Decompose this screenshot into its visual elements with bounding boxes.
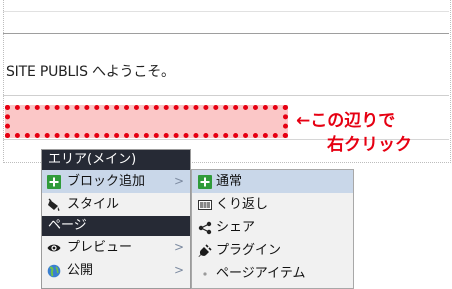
submenu-item-share[interactable]: シェア [192, 216, 353, 239]
menu-section-header-page: ページ [42, 216, 190, 236]
right-click-target-area[interactable] [5, 105, 288, 138]
menu-item-publish[interactable]: 公開 > [42, 259, 190, 282]
submenu-item-label: 通常 [216, 174, 243, 189]
menu-item-label: スタイル [67, 197, 120, 212]
repeat-box-icon [198, 197, 212, 211]
plug-icon [198, 243, 212, 257]
top-divider [3, 11, 449, 12]
submenu-item-label: シェア [216, 220, 256, 235]
submenu-arrow-icon: > [173, 263, 184, 277]
submenu-item-plugin[interactable]: プラグイン [192, 239, 353, 262]
submenu-item-label: くり返し [216, 197, 269, 212]
menu-item-label: 公開 [67, 263, 94, 278]
menu-item-label: ブロック追加 [67, 174, 146, 189]
green-plus-icon [47, 174, 61, 189]
paint-bucket-icon [47, 197, 61, 211]
callout-line-1: ←この辺りで [296, 111, 396, 131]
submenu-item-label: ページアイテム [216, 266, 306, 281]
submenu-item-normal[interactable]: 通常 [192, 170, 353, 193]
share-icon [198, 220, 212, 235]
submenu-item-label: プラグイン [216, 243, 282, 258]
add-block-submenu: 通常 くり返し シェア プラグイン ページアイテム [191, 169, 354, 289]
dot-icon [198, 266, 212, 280]
context-menu: エリア(メイン) ブロック追加 > スタイル ページ プレビュー > 公開 > [41, 149, 191, 289]
menu-item-preview[interactable]: プレビュー > [42, 236, 190, 259]
submenu-item-repeat[interactable]: くり返し [192, 193, 353, 216]
submenu-item-page-item[interactable]: ページアイテム [192, 262, 353, 285]
submenu-arrow-icon: > [173, 240, 184, 254]
callout-line-2: 右クリック [327, 135, 412, 155]
menu-item-label: プレビュー [67, 240, 133, 255]
header-divider [3, 33, 449, 34]
submenu-arrow-icon: > [173, 174, 184, 188]
globe-icon [47, 263, 61, 278]
green-plus-icon [198, 174, 212, 189]
menu-item-add-block[interactable]: ブロック追加 > [42, 170, 190, 193]
menu-section-header-area: エリア(メイン) [42, 150, 190, 170]
content-divider [3, 95, 449, 96]
eye-icon [47, 240, 61, 254]
menu-item-style[interactable]: スタイル [42, 193, 190, 216]
welcome-text: SITE PUBLIS へようこそ。 [6, 64, 175, 80]
